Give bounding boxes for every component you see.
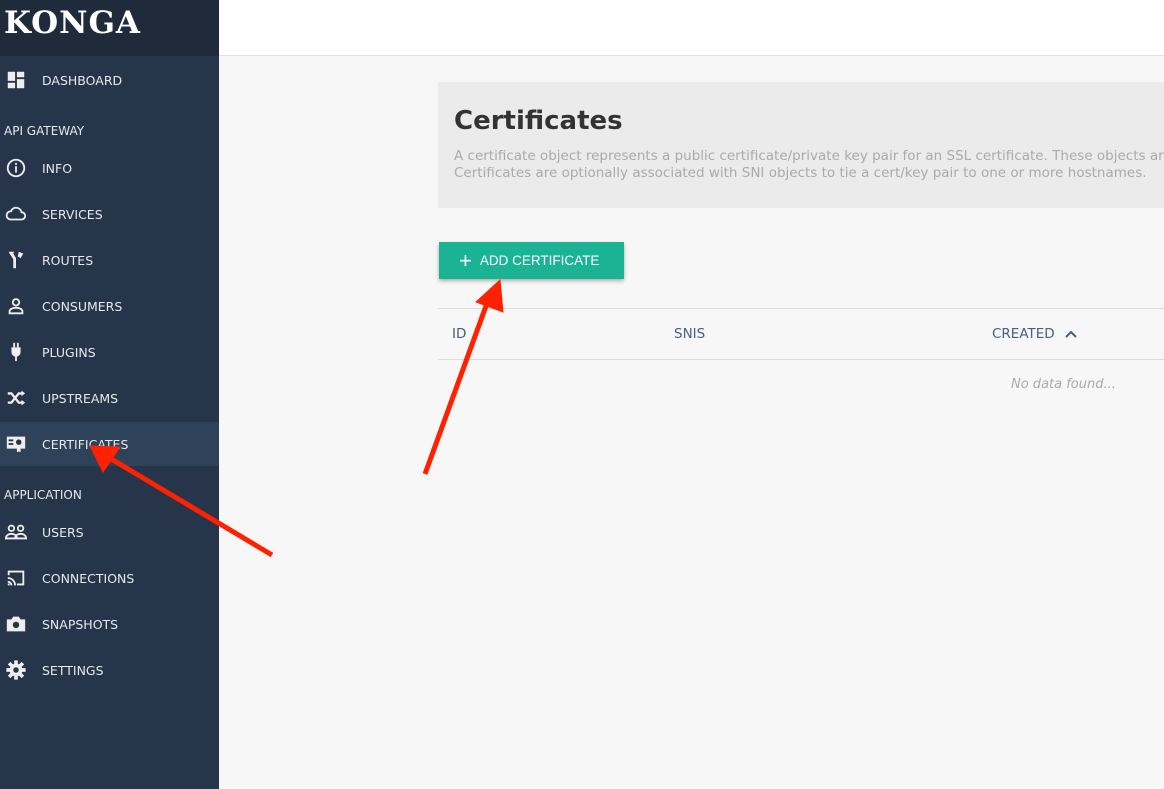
annotation-arrow xyxy=(422,294,493,475)
annotation-arrow xyxy=(106,454,274,558)
annotation-arrows xyxy=(89,278,504,558)
annotation-arrowhead xyxy=(475,278,504,313)
